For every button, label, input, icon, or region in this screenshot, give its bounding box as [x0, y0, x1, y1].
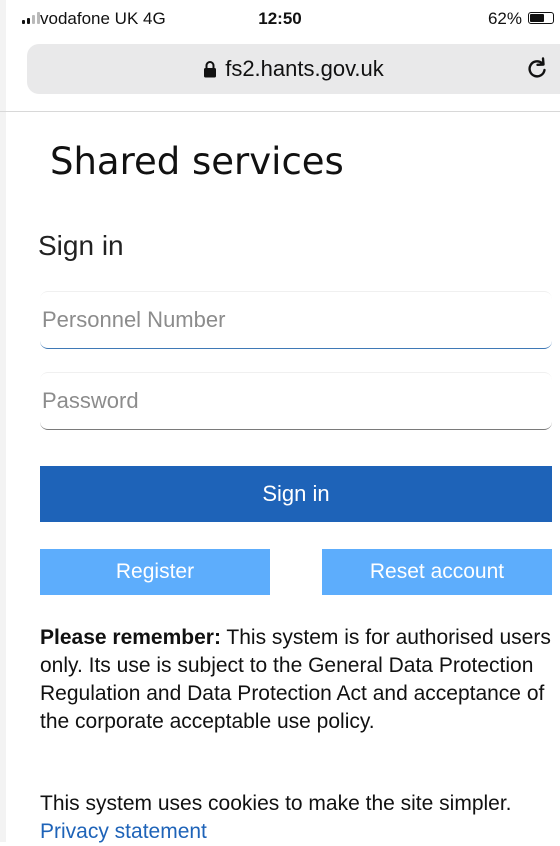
- battery-percent: 62%: [487, 9, 522, 28]
- address-url: fs2.hants.gov.uk: [225, 56, 384, 81]
- address-url-row[interactable]: fs2.hants.gov.uk: [27, 56, 560, 82]
- left-edge: [0, 0, 6, 842]
- status-bar: vodafone UK 4G 12:50 62%: [0, 0, 560, 38]
- lock-icon: [204, 61, 217, 78]
- personnel-number-field[interactable]: [40, 291, 552, 349]
- usage-notice: Please remember: This system is for auth…: [40, 624, 556, 736]
- reset-account-button[interactable]: Reset account: [322, 549, 552, 595]
- password-input[interactable]: [40, 373, 552, 429]
- cookies-notice: This system uses cookies to make the sit…: [40, 792, 512, 815]
- register-button[interactable]: Register: [40, 549, 270, 595]
- signin-heading: Sign in: [38, 230, 124, 261]
- password-field[interactable]: [40, 372, 552, 430]
- sign-in-button[interactable]: Sign in: [40, 466, 552, 522]
- toolbar-divider: [0, 111, 560, 112]
- personnel-number-input[interactable]: [40, 292, 552, 348]
- battery-fill: [530, 14, 544, 22]
- notice-label: Please remember:: [40, 626, 221, 649]
- reload-icon[interactable]: [524, 56, 550, 82]
- battery-icon: [528, 12, 554, 24]
- status-time: 12:50: [258, 9, 302, 28]
- address-bar[interactable]: fs2.hants.gov.uk: [27, 44, 560, 94]
- page-title: Shared services: [50, 140, 344, 183]
